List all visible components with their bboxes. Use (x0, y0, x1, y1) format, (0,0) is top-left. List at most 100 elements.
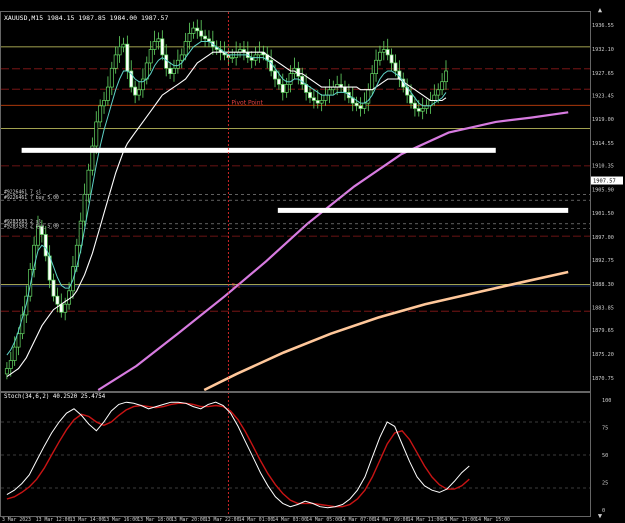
candle-body (12, 346, 17, 361)
current-price-label: 1907.57 (593, 179, 616, 185)
candle-body (308, 92, 312, 99)
candle-body (195, 27, 200, 32)
candle-body (172, 67, 176, 75)
time-tick-label: 14 Mar 03:00 (272, 517, 307, 523)
candle-body (311, 97, 316, 101)
price-tick-label: 1875.20 (592, 352, 614, 358)
order-label: #9226461 7 buy 5.00 (4, 195, 59, 201)
candle-body (409, 94, 413, 104)
candle-body (284, 84, 289, 93)
candle-body (276, 78, 281, 85)
stochastic-tick-label: 0 (602, 508, 605, 514)
candle-body (160, 38, 165, 56)
candle-body (55, 295, 60, 305)
trading-chart: XAUUSD,M15 1984.15 1987.85 1984.00 1987.… (0, 0, 625, 523)
candle-body (377, 51, 382, 61)
price-tick-label: 1927.65 (592, 71, 614, 77)
time-tick-label: 14 Mar 11:00 (408, 517, 443, 523)
candle-body (94, 121, 99, 147)
candle-body (152, 41, 157, 50)
candle-body (168, 67, 173, 75)
candle-body (109, 67, 114, 88)
time-tick-label: 13 Mar 22:00 (205, 517, 240, 523)
time-tick-label: 13 Mar 12:00 (36, 517, 71, 523)
time-tick-label: 14 Mar 09:00 (374, 517, 409, 523)
time-tick-label: 13 Mar 18:00 (137, 517, 172, 523)
candle-body (354, 102, 359, 107)
candle-body (133, 86, 138, 96)
candle-body (385, 49, 390, 56)
price-tick-label: 1901.50 (592, 211, 614, 217)
candle-body (156, 38, 161, 42)
price-tick-label: 1892.75 (592, 258, 614, 264)
candle-body (203, 35, 208, 40)
candle-body (8, 360, 13, 369)
price-level-label: Pivot Point (231, 100, 263, 107)
price-tick-label: 1932.10 (592, 47, 614, 53)
time-tick-label: 14 Mar 15:00 (475, 517, 510, 523)
candle-body (412, 102, 417, 109)
stochastic-tick-label: 100 (602, 398, 611, 404)
candle-body (179, 54, 184, 61)
candle-body (4, 368, 9, 375)
candle-body (319, 100, 324, 104)
candle-body (444, 70, 448, 83)
candle-body (327, 89, 332, 96)
candle-body (358, 105, 363, 109)
candle-body (51, 279, 56, 297)
candle-body (370, 73, 375, 91)
candle-body (63, 303, 68, 313)
price-tick-label: 1923.45 (592, 93, 614, 99)
price-tick-label: 1905.90 (592, 187, 614, 193)
candle-body (199, 30, 204, 37)
stochastic-tick-label: 50 (602, 453, 608, 459)
candle-body (86, 169, 91, 195)
time-tick-label: 14 Mar 01:00 (239, 517, 274, 523)
candle-body (381, 49, 386, 53)
candle-body (440, 81, 445, 91)
candle-body (273, 70, 277, 80)
chart-background (0, 0, 625, 523)
candle-body (125, 43, 130, 72)
candle-body (137, 89, 141, 96)
time-tick-label: 14 Mar 13:00 (441, 517, 476, 523)
candle-body (98, 105, 103, 123)
candle-body (191, 27, 196, 34)
candle-body (362, 102, 367, 109)
time-tick-label: 13 Mar 20:00 (171, 517, 206, 523)
price-tick-label: 1883.85 (592, 306, 614, 312)
candle-body (117, 46, 122, 56)
time-tick-label: 3 Mar 2023 (2, 517, 31, 523)
symbol-info: XAUUSD,M15 1984.15 1987.85 1984.00 1987.… (4, 14, 168, 22)
candle-body (374, 59, 378, 75)
candle-body (82, 193, 87, 222)
stochastic-tick-label: 25 (602, 481, 608, 487)
candle-body (43, 234, 48, 257)
candle-body (389, 54, 394, 64)
candle-body (183, 41, 188, 56)
candle-body (436, 89, 441, 96)
candle-body (121, 43, 126, 48)
order-label: #9226461 7 sl (4, 189, 42, 195)
price-level-label: S 1 (231, 282, 241, 289)
candle-body (393, 62, 398, 72)
candle-body (420, 108, 425, 112)
candle-body (102, 100, 106, 107)
candle-body (148, 49, 153, 64)
price-tick-label: 1914.55 (592, 141, 614, 147)
price-tick-label: 1888.30 (592, 282, 614, 288)
time-axis: 3 Mar 2023 13 Mar 12:00 13 Mar 14:00 13 Mar… (2, 517, 510, 523)
candle-body (432, 94, 437, 101)
time-tick-label: 14 Mar 07:00 (340, 517, 375, 523)
time-tick-label: 13 Mar 14:00 (70, 517, 105, 523)
candle-body (105, 86, 110, 101)
drawn-bar (277, 207, 569, 213)
candle-body (16, 333, 21, 348)
price-tick-label: 1870.75 (592, 376, 614, 382)
candle-body (315, 100, 320, 104)
stochastic-tick-label: 75 (602, 426, 608, 432)
candle-body (343, 86, 347, 93)
candle-body (144, 62, 149, 80)
time-tick-label: 14 Mar 05:00 (306, 517, 341, 523)
stochastic-label: Stoch(34,6,2) 40.2520 25.4754 (4, 394, 106, 400)
